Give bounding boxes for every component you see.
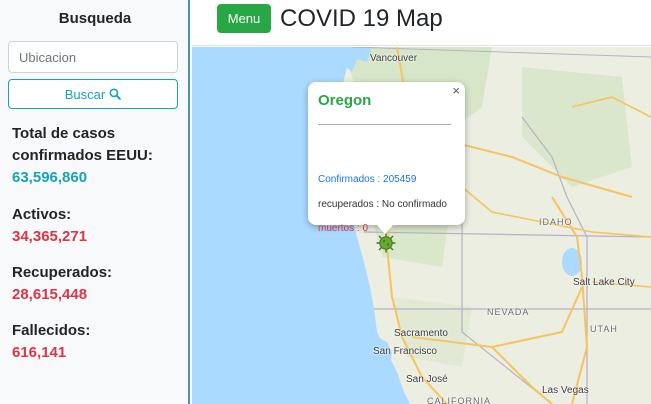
- popup-close-button[interactable]: ×: [452, 83, 460, 98]
- total-cases-value: 63,596,860: [12, 169, 88, 186]
- popup-deaths: muertos : 0: [318, 223, 369, 234]
- map-label-vancouver: Vancouver: [370, 53, 418, 64]
- total-cases-stat: Total de casos confirmados EEUU: 63,596,…: [12, 123, 187, 189]
- recovered-stat: Recuperados: 28,615,448: [12, 262, 187, 306]
- sidebar: Busqueda Buscar Total de casos confirmad…: [0, 0, 190, 404]
- popup-confirmed: Confirmados : 205459: [318, 174, 417, 185]
- map-label-las-vegas: Las Vegas: [542, 385, 589, 396]
- map-label-salt-lake-city: Salt Lake City: [573, 277, 635, 288]
- sidebar-title: Busqueda: [58, 10, 132, 27]
- search-button-label: Buscar: [64, 86, 106, 102]
- map-view[interactable]: Vancouver IDAHO NEVADA UTAH CALIFORNIA S…: [192, 47, 651, 404]
- map-label-san-jose: San José: [406, 374, 448, 385]
- map-label-sacramento: Sacramento: [394, 328, 448, 339]
- map-label-san-francisco: San Francisco: [373, 346, 437, 357]
- deaths-label: Fallecidos:: [12, 322, 91, 339]
- popup-recovered: recuperados : No confirmado: [318, 199, 447, 210]
- top-bar: Menu COVID 19 Map: [192, 0, 651, 46]
- active-cases-value: 34,365,271: [12, 228, 88, 245]
- active-cases-stat: Activos: 34,365,271: [12, 204, 187, 248]
- map-label-california: CALIFORNIA: [427, 396, 492, 404]
- map-label-nevada: NEVADA: [487, 307, 530, 317]
- page-title: COVID 19 Map: [280, 5, 443, 32]
- deaths-stat: Fallecidos: 616,141: [12, 320, 187, 364]
- deaths-value: 616,141: [12, 344, 67, 361]
- active-cases-label: Activos:: [12, 206, 72, 223]
- location-search-input[interactable]: [8, 41, 178, 73]
- search-icon: [109, 88, 122, 100]
- map-label-idaho: IDAHO: [539, 217, 573, 227]
- map-label-utah: UTAH: [590, 324, 618, 334]
- menu-button[interactable]: Menu: [217, 4, 271, 33]
- virus-marker-icon[interactable]: [376, 233, 396, 253]
- total-cases-label: Total de casos confirmados EEUU:: [12, 125, 153, 164]
- info-popup: × Oregon Confirmados : 205459 recuperado…: [308, 82, 465, 234]
- search-button[interactable]: Buscar: [8, 79, 178, 109]
- recovered-value: 28,615,448: [12, 286, 88, 303]
- popup-title: Oregon: [318, 92, 372, 109]
- recovered-label: Recuperados:: [12, 264, 113, 281]
- popup-divider: [318, 124, 451, 125]
